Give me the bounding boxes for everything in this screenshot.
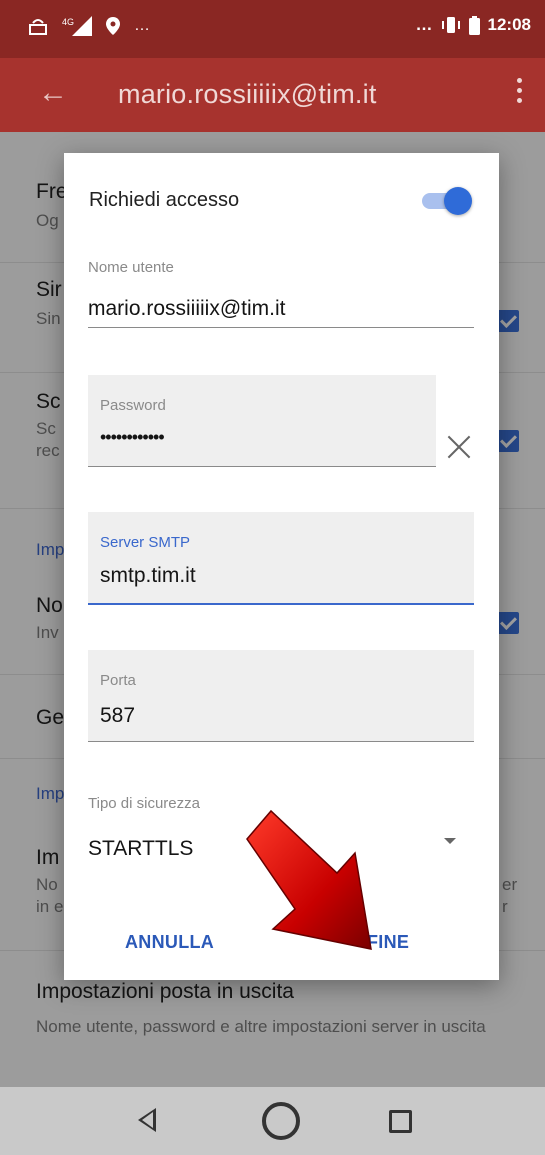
cancel-button[interactable]: ANNULLA <box>125 932 214 953</box>
caret-down-icon[interactable] <box>444 838 456 844</box>
status-icons-left: 4G … <box>28 16 150 36</box>
outgoing-server-dialog: Richiedi accesso Nome utente mario.rossi… <box>64 153 499 980</box>
status-icons-right: … 12:08 <box>416 15 531 35</box>
username-field[interactable]: Nome utente mario.rossiiiiix@tim.it <box>88 251 474 329</box>
done-button[interactable]: FINE <box>367 932 409 953</box>
app-bar: ← mario.rossiiiiix@tim.it <box>0 58 545 132</box>
smtp-server-label: Server SMTP <box>100 534 191 551</box>
system-nav-bar <box>0 1087 545 1155</box>
arrow-left-icon[interactable]: ← <box>38 76 68 110</box>
password-value: •••••••••••• <box>100 427 165 447</box>
underline <box>88 327 474 328</box>
username-value: mario.rossiiiiix@tim.it <box>88 297 286 320</box>
require-access-toggle[interactable] <box>420 187 472 215</box>
more-vert-icon[interactable] <box>517 78 523 108</box>
app-bar-title: mario.rossiiiiix@tim.it <box>118 79 377 109</box>
status-more-left: … <box>134 17 150 34</box>
signal-icon: 4G <box>62 16 92 36</box>
status-bar: 4G … … 12:08 <box>0 0 545 58</box>
toggle-thumb <box>444 187 472 215</box>
security-type-value: STARTTLS <box>88 837 194 860</box>
port-field[interactable]: Porta 587 <box>88 650 474 742</box>
underline-focused <box>88 603 474 605</box>
password-label: Password <box>100 397 166 414</box>
security-type-label: Tipo di sicurezza <box>88 795 200 812</box>
smtp-server-value: smtp.tim.it <box>100 564 196 587</box>
status-more-right: … <box>415 15 433 34</box>
port-label: Porta <box>100 672 136 689</box>
password-field[interactable]: Password •••••••••••• <box>88 375 436 467</box>
close-icon[interactable] <box>446 434 472 460</box>
square-recent-icon[interactable] <box>389 1110 412 1133</box>
battery-icon <box>468 15 480 35</box>
username-label: Nome utente <box>88 259 174 276</box>
smtp-server-field[interactable]: Server SMTP smtp.tim.it <box>88 512 474 605</box>
volte-icon <box>29 19 47 35</box>
require-access-label: Richiedi accesso <box>89 189 240 211</box>
vibrate-icon <box>441 17 460 33</box>
circle-home-icon[interactable] <box>262 1102 300 1140</box>
security-type-select[interactable]: Tipo di sicurezza STARTTLS <box>88 787 474 867</box>
location-icon <box>106 17 120 35</box>
signal-label: 4G <box>62 17 74 27</box>
status-time: 12:08 <box>487 15 531 34</box>
port-value: 587 <box>100 704 136 727</box>
underline <box>88 741 474 742</box>
triangle-back-icon[interactable] <box>138 1108 156 1132</box>
screen: 4G … … 12:08 ← mario.rossiiiiix@tim.it F… <box>0 0 545 1155</box>
underline <box>88 466 436 467</box>
